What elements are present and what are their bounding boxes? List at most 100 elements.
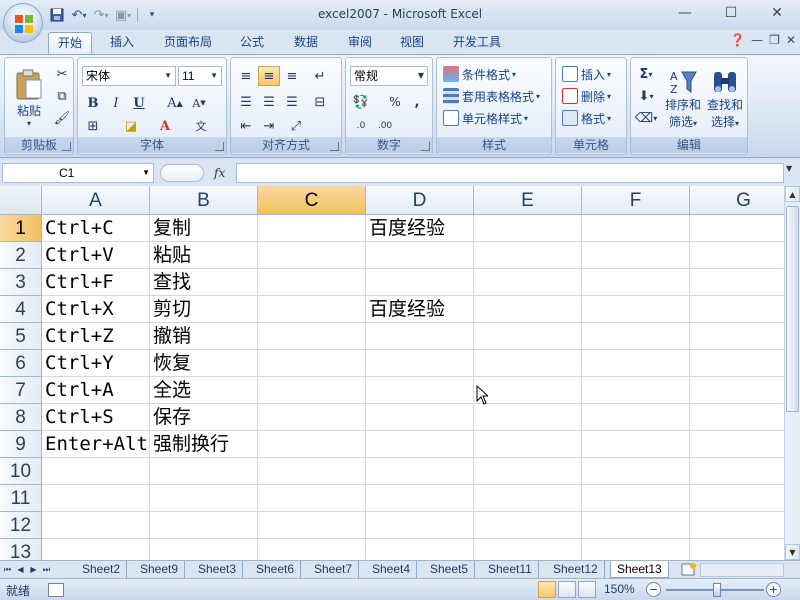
column-header-e[interactable]: E	[474, 186, 582, 215]
cell-g8[interactable]	[690, 404, 784, 431]
cell-b1[interactable]: 复制	[150, 215, 258, 242]
zoom-out-button[interactable]: −	[646, 582, 661, 597]
cell-e1[interactable]	[474, 215, 582, 242]
wrap-text-icon[interactable]: ↵	[309, 66, 331, 86]
cell-e12[interactable]	[474, 512, 582, 539]
sheet-tab-sheet13[interactable]: Sheet13	[610, 561, 669, 578]
format-cells-button[interactable]: 格式 ▾	[562, 108, 611, 128]
cell-d1[interactable]: 百度经验	[366, 215, 474, 242]
cell-c6[interactable]	[258, 350, 366, 377]
select-all-corner[interactable]	[0, 186, 42, 215]
vertical-scrollbar[interactable]: ▲ ▼	[784, 186, 800, 560]
cell-c12[interactable]	[258, 512, 366, 539]
bold-icon[interactable]: B	[82, 93, 104, 113]
cell-b11[interactable]	[150, 485, 258, 512]
decrease-indent-icon[interactable]: ⇤	[235, 116, 257, 136]
align-right-icon[interactable]: ☰	[281, 92, 303, 112]
cell-e6[interactable]	[474, 350, 582, 377]
cell-f12[interactable]	[582, 512, 690, 539]
insert-cells-button[interactable]: 插入 ▾	[562, 64, 611, 84]
cell-g10[interactable]	[690, 458, 784, 485]
find-select-button[interactable]: 查找和 选择▾	[705, 62, 745, 136]
cell-d10[interactable]	[366, 458, 474, 485]
column-header-c[interactable]: C	[258, 186, 366, 215]
underline-icon[interactable]: U	[128, 93, 150, 113]
cell-c7[interactable]	[258, 377, 366, 404]
cell-f9[interactable]	[582, 431, 690, 458]
font-name-combo[interactable]: 宋体 ▼	[82, 66, 176, 86]
cell-f1[interactable]	[582, 215, 690, 242]
help-icon[interactable]: ❓	[730, 33, 745, 47]
prev-sheet-icon[interactable]: ◀	[15, 563, 26, 576]
cell-f5[interactable]	[582, 323, 690, 350]
font-launcher-icon[interactable]	[215, 142, 224, 151]
cell-d5[interactable]	[366, 323, 474, 350]
font-color-icon[interactable]: A	[154, 116, 176, 136]
number-launcher-icon[interactable]	[421, 142, 430, 151]
font-size-combo[interactable]: 11 ▼	[178, 66, 222, 86]
tab-insert[interactable]: 插入	[102, 32, 142, 54]
cell-a7[interactable]: Ctrl+A	[42, 377, 150, 404]
ribbon-restore-icon[interactable]: ❐	[769, 33, 780, 47]
macro-record-icon[interactable]	[48, 583, 64, 597]
cell-c4[interactable]	[258, 296, 366, 323]
delete-cells-button[interactable]: 删除 ▾	[562, 86, 611, 106]
clear-icon[interactable]: ⌫ ▾	[635, 108, 657, 128]
tab-review[interactable]: 审阅	[340, 32, 380, 54]
normal-view-icon[interactable]	[538, 581, 556, 598]
sheet-tab-sheet4[interactable]: Sheet4	[366, 561, 418, 578]
fill-color-icon[interactable]: ◪	[120, 116, 142, 136]
cut-icon[interactable]: ✂	[51, 64, 73, 84]
cell-f13[interactable]	[582, 539, 690, 560]
cell-d8[interactable]	[366, 404, 474, 431]
column-header-b[interactable]: B	[150, 186, 258, 215]
maximize-button[interactable]: ☐	[708, 0, 754, 26]
column-header-d[interactable]: D	[366, 186, 474, 215]
autosum-icon[interactable]: Σ ▾	[635, 64, 657, 84]
ribbon-minimize-icon[interactable]: —	[751, 33, 763, 47]
cell-b2[interactable]: 粘贴	[150, 242, 258, 269]
align-bottom-icon[interactable]: ≡	[281, 66, 303, 86]
row-header-12[interactable]: 12	[0, 512, 42, 539]
row-header-3[interactable]: 3	[0, 269, 42, 296]
cell-g2[interactable]	[690, 242, 784, 269]
orientation-icon[interactable]: ⤢	[285, 116, 307, 136]
cell-b13[interactable]	[150, 539, 258, 560]
percent-icon[interactable]: %	[384, 92, 406, 112]
row-header-10[interactable]: 10	[0, 458, 42, 485]
cell-a2[interactable]: Ctrl+V	[42, 242, 150, 269]
format-painter-icon[interactable]: 🖌	[51, 108, 73, 128]
sheet-tab-sheet3[interactable]: Sheet3	[192, 561, 244, 578]
cell-b6[interactable]: 恢复	[150, 350, 258, 377]
cell-a10[interactable]	[42, 458, 150, 485]
name-box[interactable]: C1 ▼	[2, 163, 154, 183]
cell-f8[interactable]	[582, 404, 690, 431]
cell-d3[interactable]	[366, 269, 474, 296]
sheet-tab-sheet2[interactable]: Sheet2	[76, 561, 128, 578]
cell-a6[interactable]: Ctrl+Y	[42, 350, 150, 377]
paste-button[interactable]: 粘贴 ▾	[9, 62, 49, 134]
sort-filter-button[interactable]: AZ 排序和 筛选▾	[663, 62, 703, 136]
cell-f2[interactable]	[582, 242, 690, 269]
row-header-7[interactable]: 7	[0, 377, 42, 404]
increase-decimal-icon[interactable]: .0	[350, 116, 372, 136]
cell-g5[interactable]	[690, 323, 784, 350]
cell-g9[interactable]	[690, 431, 784, 458]
last-sheet-icon[interactable]: ⏭	[41, 563, 52, 576]
cell-b12[interactable]	[150, 512, 258, 539]
cell-e10[interactable]	[474, 458, 582, 485]
cell-d12[interactable]	[366, 512, 474, 539]
row-header-9[interactable]: 9	[0, 431, 42, 458]
alignment-launcher-icon[interactable]	[330, 142, 339, 151]
cell-a5[interactable]: Ctrl+Z	[42, 323, 150, 350]
cell-a13[interactable]	[42, 539, 150, 560]
align-center-icon[interactable]: ☰	[258, 92, 280, 112]
cell-a9[interactable]: Enter+Alt	[42, 431, 150, 458]
cell-g11[interactable]	[690, 485, 784, 512]
cell-g13[interactable]	[690, 539, 784, 560]
sheet-tab-sheet6[interactable]: Sheet6	[250, 561, 302, 578]
tab-formulas[interactable]: 公式	[232, 32, 272, 54]
sheet-tab-sheet7[interactable]: Sheet7	[308, 561, 360, 578]
merge-center-icon[interactable]: ⊟	[309, 92, 331, 112]
close-button[interactable]: ✕	[754, 0, 800, 26]
